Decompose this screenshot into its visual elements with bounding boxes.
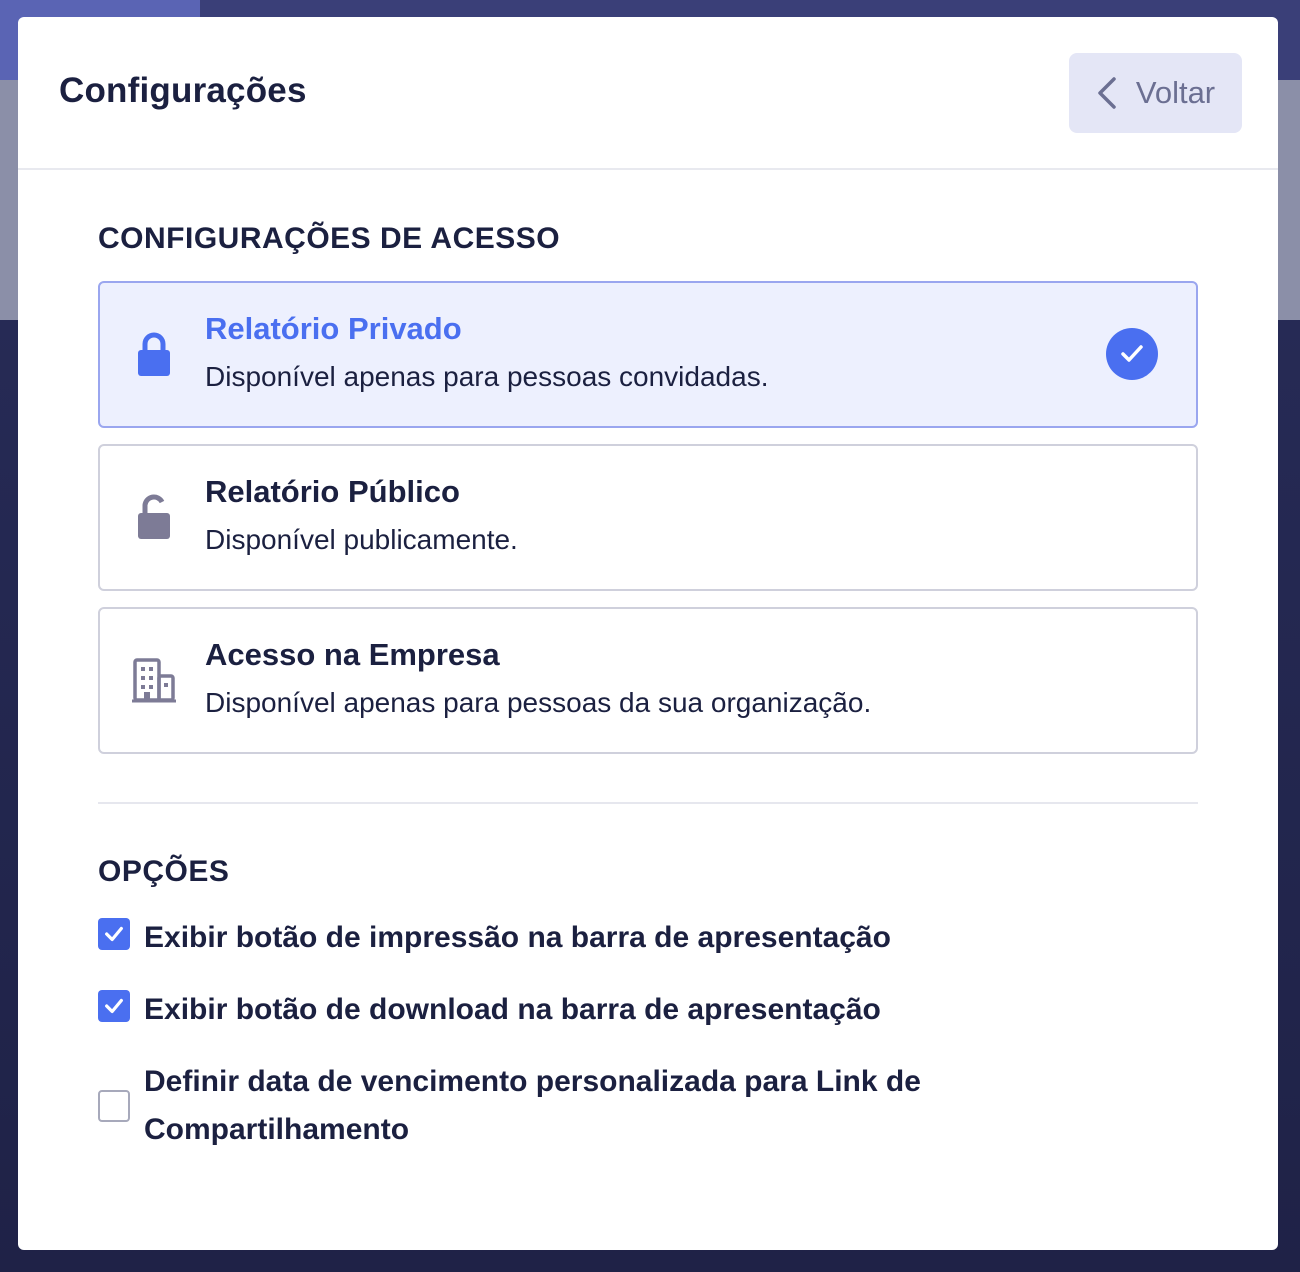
back-button-label: Voltar bbox=[1135, 75, 1216, 110]
label-prefix: Definir data de vencimento personalizada… bbox=[144, 1065, 921, 1146]
check-icon bbox=[105, 998, 123, 1014]
expiration-date-checkbox[interactable] bbox=[98, 1090, 130, 1122]
option-public-report[interactable]: Relatório Público Disponível publicament… bbox=[98, 444, 1198, 591]
label-bold: download bbox=[369, 993, 510, 1026]
selected-check-icon bbox=[1106, 328, 1158, 380]
modal-header: Configurações Voltar bbox=[18, 17, 1278, 170]
option-company-access[interactable]: Acesso na Empresa Disponível apenas para… bbox=[98, 607, 1198, 754]
option-private-report[interactable]: Relatório Privado Disponível apenas para… bbox=[98, 281, 1198, 428]
modal-title: Configurações bbox=[59, 71, 307, 110]
option-description: Disponível publicamente. bbox=[205, 524, 518, 555]
option-title: Acesso na Empresa bbox=[205, 637, 500, 672]
checkbox-label: Definir data de vencimento personalizada… bbox=[144, 1058, 958, 1154]
checkbox-row-print-button[interactable]: Exibir botão de impressão na barra de ap… bbox=[98, 914, 891, 962]
section-divider bbox=[98, 802, 1198, 804]
option-title: Relatório Público bbox=[205, 474, 460, 509]
access-section-title: CONFIGURAÇÕES DE ACESSO bbox=[98, 222, 561, 255]
label-suffix: na barra de apresentação bbox=[509, 993, 881, 1026]
label-prefix: Exibir botão de bbox=[144, 993, 370, 1026]
checkbox-row-expiration-date[interactable]: Definir data de vencimento personalizada… bbox=[98, 1058, 958, 1154]
check-icon bbox=[105, 926, 123, 942]
checkbox-label: Exibir botão de download na barra de apr… bbox=[144, 986, 881, 1034]
option-title: Relatório Privado bbox=[205, 311, 462, 346]
building-icon bbox=[132, 658, 176, 703]
unlock-icon bbox=[138, 494, 170, 539]
option-description: Disponível apenas para pessoas da sua or… bbox=[205, 687, 872, 718]
back-button[interactable]: Voltar bbox=[1069, 53, 1242, 133]
download-button-checkbox[interactable] bbox=[98, 990, 130, 1022]
checkbox-label: Exibir botão de impressão na barra de ap… bbox=[144, 914, 891, 962]
option-description: Disponível apenas para pessoas convidada… bbox=[205, 361, 769, 392]
chevron-left-icon bbox=[1098, 77, 1116, 109]
options-section-title: OPÇÕES bbox=[98, 855, 230, 888]
label-prefix: Exibir botão de bbox=[144, 921, 370, 954]
lock-icon bbox=[138, 332, 170, 376]
label-bold: impressão bbox=[369, 921, 520, 954]
label-suffix: na barra de apresentação bbox=[519, 921, 891, 954]
settings-modal: Configurações Voltar CONFIGURAÇÕES DE AC… bbox=[18, 17, 1278, 1250]
print-button-checkbox[interactable] bbox=[98, 918, 130, 950]
checkbox-row-download-button[interactable]: Exibir botão de download na barra de apr… bbox=[98, 986, 881, 1034]
